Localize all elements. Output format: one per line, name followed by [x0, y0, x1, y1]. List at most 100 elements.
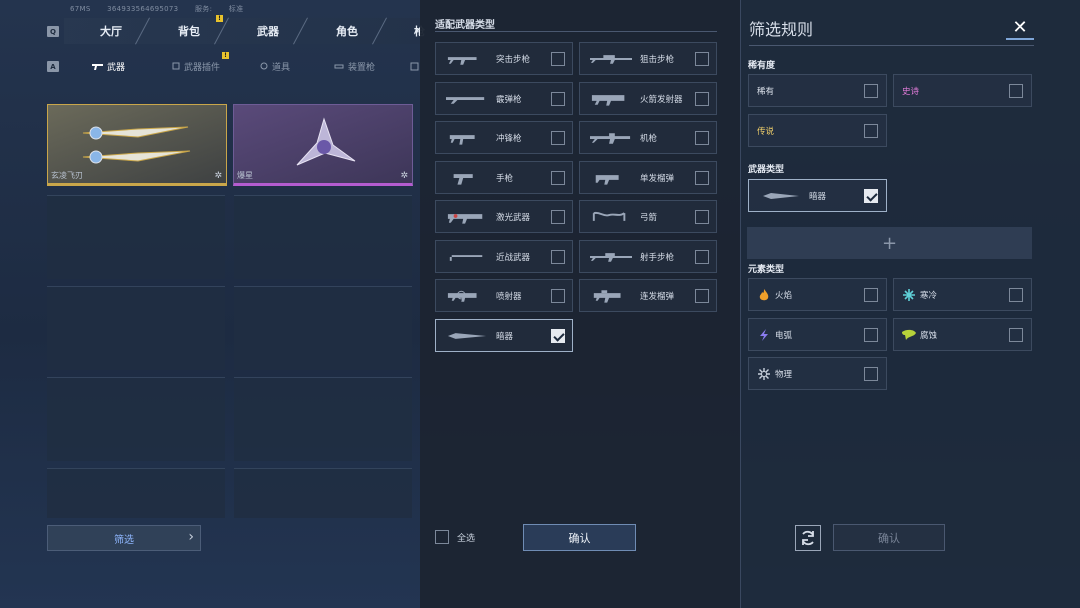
weapon-type-option[interactable]: 单发榴弹 [579, 160, 717, 194]
rarity-option[interactable]: 史诗 [893, 74, 1032, 107]
element-checkbox[interactable] [864, 288, 878, 302]
weapon-type-option[interactable]: 喷射器 [435, 279, 573, 312]
grenade-launcher-icon [595, 174, 619, 185]
sprayer-icon [447, 290, 477, 302]
tab-lobby[interactable]: 大厅 [100, 18, 122, 44]
close-button[interactable]: ✕ [1006, 16, 1034, 40]
weapon-type-checkbox[interactable] [551, 131, 565, 145]
key-hint-q: Q [47, 26, 59, 37]
filter-button[interactable]: 筛选 › [47, 525, 201, 551]
weapon-type-checkbox[interactable] [695, 170, 709, 185]
element-checkbox[interactable] [864, 367, 878, 381]
weapon-type-checkbox[interactable] [551, 210, 565, 224]
inventory-card[interactable]: 爆星 ✲ [233, 104, 413, 186]
empty-slot [47, 286, 225, 370]
element-checkbox[interactable] [1009, 288, 1023, 302]
weapon-type-label: 机枪 [640, 134, 658, 144]
weapon-type-label: 激光武器 [496, 213, 531, 223]
weapon-type-option[interactable]: 火箭发射器 [579, 81, 717, 115]
marksman-rifle-icon [590, 252, 632, 262]
rarity-checkbox[interactable] [864, 84, 878, 98]
weapon-type-checkbox[interactable] [695, 210, 709, 224]
settings-icon: ✲ [400, 171, 408, 181]
weapon-type-option[interactable]: 突击步枪 [435, 42, 573, 75]
tab-backpack[interactable]: 背包 [178, 18, 200, 44]
weapon-type-label: 冲锋枪 [496, 134, 522, 144]
gun-icon [92, 64, 103, 70]
weapon-type-checkbox[interactable] [695, 249, 709, 264]
throwing-knife-icon [763, 193, 799, 199]
rarity-checkbox[interactable] [864, 124, 878, 138]
weapon-type-option[interactable]: 连发榴弹 [579, 279, 717, 312]
shotgun-icon [446, 96, 485, 104]
shuriken-icon [296, 117, 356, 166]
rarity-option[interactable]: 稀有 [748, 74, 887, 107]
weapon-type-option[interactable]: 弓箭 [579, 200, 717, 233]
empty-slot [47, 468, 225, 518]
weapon-type-checkbox[interactable] [551, 249, 565, 264]
weapon-type-checkbox[interactable] [695, 289, 709, 303]
weapon-type-option[interactable]: 近战武器 [435, 239, 573, 273]
element-option[interactable]: 寒冷 [893, 278, 1032, 311]
weapon-type-label: 弓箭 [640, 213, 658, 223]
rarity-checkbox[interactable] [1009, 84, 1023, 98]
subtab-items[interactable]: 道具 [260, 54, 290, 78]
element-option[interactable]: 电弧 [748, 318, 887, 351]
select-all-checkbox[interactable] [435, 530, 449, 544]
screen: 67MS 364933564695073 服务: 标准 Q 大厅 背包 ! 武器… [0, 0, 1080, 608]
weapon-type-checkbox[interactable] [695, 131, 709, 145]
tab-characters[interactable]: 角色 [336, 18, 358, 44]
weapon-type-label: 突击步枪 [496, 55, 531, 65]
server-value: 标准 [228, 5, 244, 13]
add-weapon-type-button[interactable]: + [747, 227, 1032, 259]
weapon-type-label: 单发榴弹 [640, 173, 675, 184]
rarity-section-title: 稀有度 [748, 61, 776, 71]
element-label: 电弧 [775, 331, 793, 341]
select-all-toggle[interactable]: 全选 [435, 530, 475, 544]
element-checkbox[interactable] [864, 328, 878, 342]
rocket-launcher-icon [591, 94, 625, 106]
apply-filter-button[interactable]: 确认 [833, 524, 945, 551]
subtab-weapons[interactable]: 武器 [92, 54, 125, 78]
weapon-type-option[interactable]: 射手步枪 [579, 239, 717, 273]
weapon-type-checkbox[interactable] [551, 289, 565, 303]
weapon-type-option[interactable]: 手枪 [435, 160, 573, 194]
weapon-type-checkbox[interactable] [864, 189, 878, 203]
weapon-type-option[interactable]: 冲锋枪 [435, 121, 573, 154]
filter-button-label: 筛选 [114, 534, 134, 546]
element-option[interactable]: 火焰 [748, 278, 887, 311]
weapon-type-checkbox[interactable] [695, 52, 709, 66]
subtab-devices[interactable]: 装置枪 [334, 54, 375, 78]
subtab-more-icon[interactable] [410, 54, 419, 78]
subtab-weapon-mods[interactable]: 武器插件 [172, 54, 220, 78]
weapon-type-option[interactable]: 霰弹枪 [435, 81, 573, 115]
weapon-type-option[interactable]: 机枪 [579, 121, 717, 154]
weapon-type-label: 喷射器 [496, 292, 522, 302]
empty-slot [234, 377, 412, 461]
weapon-type-option[interactable]: 狙击步枪 [579, 42, 717, 75]
weapon-type-label: 连发榴弹 [640, 292, 675, 302]
confirm-button[interactable]: 确认 [523, 524, 636, 551]
weapon-type-checkbox[interactable] [695, 91, 709, 106]
weapon-type-checkbox[interactable] [551, 91, 565, 106]
reset-button[interactable] [795, 525, 821, 551]
weapon-type-checkbox[interactable] [551, 170, 565, 185]
element-option[interactable]: 物理 [748, 357, 887, 390]
divider [749, 45, 1034, 46]
element-option[interactable]: 腐蚀 [893, 318, 1032, 351]
weapon-type-option[interactable]: 暗器 [435, 318, 573, 352]
tab-weapons[interactable]: 武器 [257, 18, 279, 44]
inventory-card[interactable]: 玄凌飞刃 ✲ [47, 104, 227, 186]
weapon-type-checkbox[interactable] [551, 52, 565, 66]
weapon-type-checkbox[interactable] [551, 328, 565, 343]
nav-divider [293, 17, 308, 45]
mod-icon [172, 62, 180, 70]
weapon-type-option[interactable]: 激光武器 [435, 200, 573, 233]
rarity-option[interactable]: 传说 [748, 114, 887, 147]
nav-divider [135, 17, 150, 45]
element-checkbox[interactable] [1009, 328, 1023, 342]
chevron-right-icon: › [188, 529, 194, 545]
empty-slot [234, 468, 412, 518]
empty-slot [47, 377, 225, 461]
weapon-type-chip[interactable]: 暗器 [748, 179, 887, 212]
